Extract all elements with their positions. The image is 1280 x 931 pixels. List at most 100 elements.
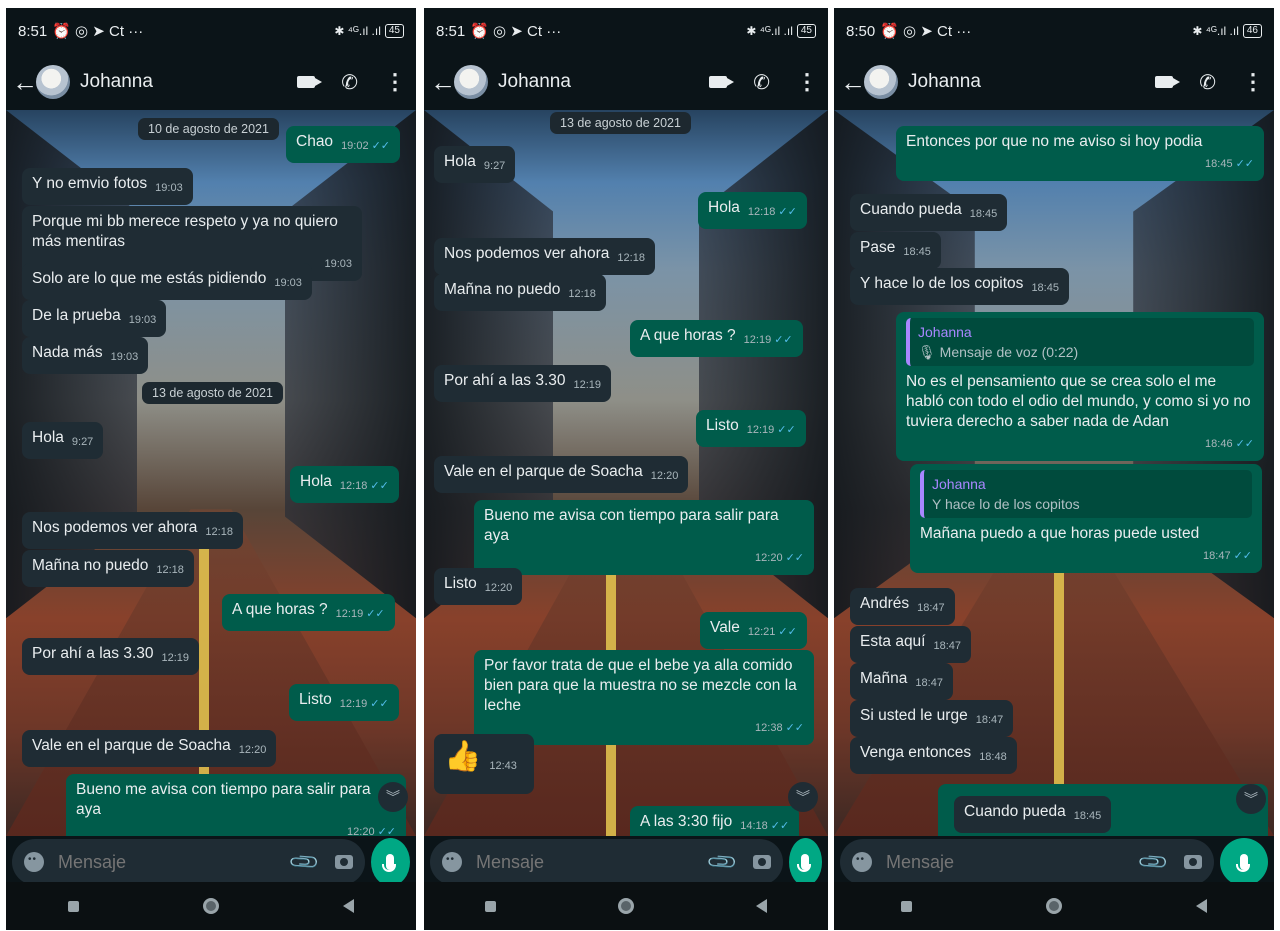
back-nav-icon[interactable] [756, 899, 767, 913]
message-input-box[interactable]: 📎 [840, 839, 1214, 885]
camera-icon[interactable] [752, 855, 771, 869]
quoted-message[interactable]: Johanna 🎙 Mensaje de voz (0:22) [906, 318, 1254, 366]
message-time: 12:20 [650, 470, 679, 482]
message-bubble[interactable]: Vale en el parque de Soacha 12:20 [22, 730, 277, 767]
avatar[interactable] [36, 65, 70, 99]
message-bubble[interactable]: 👍 12:43 [434, 734, 534, 794]
message-bubble[interactable]: Por ahí a las 3.30 12:19 [434, 365, 612, 402]
voice-call-icon[interactable]: ✆ [1199, 70, 1216, 95]
scroll-down-icon[interactable]: ︾ [378, 782, 408, 812]
message-bubble[interactable]: Listo 12:19 ✓✓ [696, 410, 806, 447]
message-bubble[interactable]: Listo 12:19 ✓✓ [289, 684, 399, 721]
message-bubble[interactable]: Y hace lo de los copitos 18:45 [850, 268, 1069, 305]
avatar[interactable] [454, 65, 488, 99]
message-bubble[interactable]: Cuando pueda 18:45 [954, 796, 1112, 833]
message-time: 18:48 [979, 751, 1007, 763]
message-bubble[interactable]: Por favor trata de que el bebe ya alla c… [474, 650, 814, 745]
message-bubble[interactable]: Cuando pueda 18:45 [850, 194, 1008, 231]
message-bubble[interactable]: A que horas ? 12:19 ✓✓ [222, 594, 395, 631]
message-bubble[interactable]: Por ahí a las 3.30 12:19 [22, 638, 200, 675]
message-bubble[interactable]: Andrés 18:47 [850, 588, 955, 625]
message-bubble[interactable]: Si usted le urge 18:47 [850, 700, 1014, 737]
message-time: 18:47 [917, 602, 945, 614]
read-ticks-icon: ✓✓ [366, 608, 385, 620]
message-bubble[interactable]: Bueno me avisa con tiempo para salir par… [474, 500, 814, 575]
message-bubble[interactable]: Solo are lo que me estás pidiendo 19:03 [22, 263, 312, 300]
forwarded-preview[interactable]: Cuando pueda 18:45 [938, 784, 1268, 836]
video-call-icon[interactable] [709, 76, 735, 88]
emoji-icon[interactable] [24, 852, 44, 872]
mic-button[interactable] [788, 838, 822, 886]
message-bubble[interactable]: Venga entonces 18:48 [850, 737, 1017, 774]
message-input[interactable] [56, 850, 292, 874]
recents-icon[interactable] [485, 900, 496, 912]
emoji-icon[interactable] [442, 852, 462, 872]
message-bubble[interactable]: Johanna 🎙 Mensaje de voz (0:22) No es el… [896, 312, 1264, 461]
message-bubble[interactable]: Hola 12:18 ✓✓ [698, 192, 807, 229]
avatar[interactable] [864, 65, 898, 99]
mic-button[interactable] [370, 838, 410, 886]
message-bubble[interactable]: Hola 9:27 [22, 422, 104, 459]
message-bubble[interactable]: Nos podemos ver ahora 12:18 [22, 512, 243, 549]
message-input-box[interactable]: 📎 [430, 839, 783, 885]
message-bubble[interactable]: Hola 12:18 ✓✓ [290, 466, 399, 503]
more-options-icon[interactable]: ⋮ [796, 69, 818, 95]
back-arrow-icon[interactable]: ← [12, 67, 38, 98]
message-bubble[interactable]: Chao 19:02 ✓✓ [286, 126, 401, 163]
camera-icon[interactable] [334, 855, 353, 869]
home-icon[interactable] [203, 898, 219, 914]
video-call-icon[interactable] [297, 76, 323, 88]
contact-name[interactable]: Johanna [908, 71, 1155, 93]
read-ticks-icon: ✓✓ [371, 140, 391, 152]
voice-call-icon[interactable]: ✆ [341, 70, 358, 95]
contact-name[interactable]: Johanna [498, 71, 709, 93]
message-bubble[interactable]: Entonces por que no me aviso si hoy podi… [896, 126, 1264, 181]
recents-icon[interactable] [901, 900, 912, 912]
message-bubble[interactable]: Johanna Y hace lo de los copitos Mañana … [910, 464, 1262, 573]
quoted-message[interactable]: Johanna Y hace lo de los copitos [920, 470, 1252, 518]
home-icon[interactable] [618, 898, 634, 914]
message-bubble[interactable]: Mañna no puedo 12:18 [434, 274, 606, 311]
voice-call-icon[interactable]: ✆ [753, 70, 770, 95]
mic-button[interactable] [1220, 838, 1268, 886]
message-bubble[interactable]: Mañna 18:47 [850, 663, 953, 700]
more-options-icon[interactable]: ⋮ [384, 69, 406, 95]
message-bubble[interactable]: Hola 9:27 [434, 146, 516, 183]
message-input[interactable] [474, 850, 710, 874]
attach-icon[interactable]: 📎 [705, 844, 740, 879]
more-options-icon[interactable]: ⋮ [1242, 69, 1264, 95]
back-nav-icon[interactable] [343, 899, 354, 913]
message-text: Nada más [32, 344, 103, 361]
emoji-icon[interactable] [852, 852, 872, 872]
message-bubble[interactable]: Y no emvio fotos 19:03 [22, 168, 193, 205]
message-bubble[interactable]: A que horas ? 12:19 ✓✓ [630, 320, 803, 357]
camera-icon[interactable] [1184, 855, 1202, 869]
message-bubble[interactable]: Listo 12:20 [434, 568, 523, 605]
scroll-down-icon[interactable]: ︾ [788, 782, 818, 812]
message-bubble[interactable]: A las 3:30 fijo 14:18 ✓✓ [630, 806, 800, 836]
attach-icon[interactable]: 📎 [287, 844, 322, 879]
message-bubble[interactable]: Vale 12:21 ✓✓ [700, 612, 807, 649]
back-nav-icon[interactable] [1196, 899, 1207, 913]
message-bubble[interactable]: Nos podemos ver ahora 12:18 [434, 238, 655, 275]
message-input-box[interactable]: 📎 [12, 839, 365, 885]
message-bubble[interactable]: Vale en el parque de Soacha 12:20 [434, 456, 689, 493]
contact-name[interactable]: Johanna [80, 71, 297, 93]
home-icon[interactable] [1046, 898, 1062, 914]
message-bubble[interactable]: Esta aquí 18:47 [850, 626, 972, 663]
message-bubble[interactable]: Pase 18:45 [850, 232, 941, 269]
chat-area[interactable]: Entonces por que no me aviso si hoy podi… [834, 110, 1274, 836]
recents-icon[interactable] [68, 900, 79, 912]
message-bubble[interactable]: Mañna no puedo 12:18 [22, 550, 194, 587]
message-input[interactable] [884, 850, 1142, 874]
message-bubble[interactable]: Bueno me avisa con tiempo para salir par… [66, 774, 406, 836]
back-arrow-icon[interactable]: ← [840, 67, 866, 98]
video-call-icon[interactable] [1155, 76, 1181, 88]
message-bubble[interactable]: De la prueba 19:03 [22, 300, 167, 337]
message-bubble[interactable]: Nada más 19:03 [22, 337, 149, 374]
attach-icon[interactable]: 📎 [1136, 844, 1171, 879]
scroll-down-icon[interactable]: ︾ [1236, 784, 1266, 814]
chat-area[interactable]: 13 de agosto de 2021 Hola 9:27 Hola 12:18 ✓… [424, 110, 828, 836]
chat-area[interactable]: 10 de agosto de 2021 Chao 19:02 ✓✓ Y no em… [6, 110, 416, 836]
back-arrow-icon[interactable]: ← [430, 67, 456, 98]
